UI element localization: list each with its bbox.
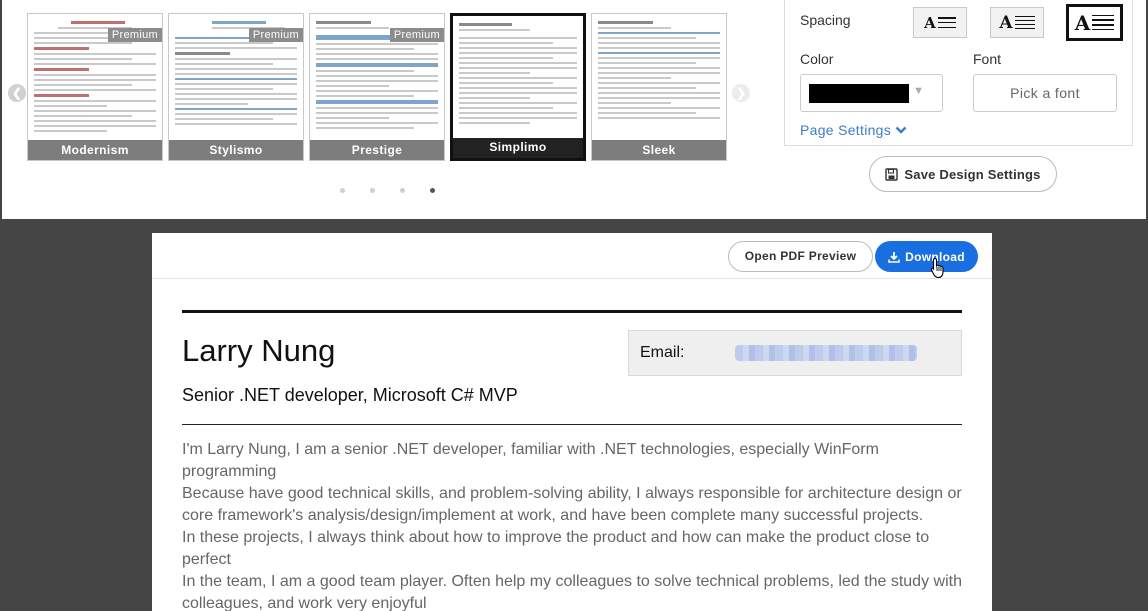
summary-paragraph: I'm Larry Nung, I am a senior .NET devel… xyxy=(182,441,879,480)
template-name: Simplimo xyxy=(453,138,583,158)
color-select[interactable]: ▼ xyxy=(800,74,943,112)
spacing-normal-button[interactable]: A xyxy=(990,7,1044,38)
caret-down-icon: ▼ xyxy=(913,85,924,97)
color-swatch xyxy=(809,84,909,103)
carousel-dot[interactable] xyxy=(370,188,375,193)
lines-icon xyxy=(1092,14,1115,31)
carousel-prev-icon[interactable]: ❮ xyxy=(8,84,26,102)
download-icon xyxy=(888,251,900,263)
spacing-glyph: A xyxy=(1074,10,1091,35)
page-settings-link[interactable]: Page Settings xyxy=(800,122,907,138)
template-name: Stylismo xyxy=(169,140,303,160)
template-preview xyxy=(459,20,577,136)
email-label: Email: xyxy=(640,344,685,361)
template-name: Modernism xyxy=(28,140,162,160)
download-button[interactable]: Download xyxy=(875,241,978,272)
header-rule xyxy=(182,310,962,313)
template-name: Sleek xyxy=(592,140,726,160)
premium-badge: Premium xyxy=(389,28,444,42)
open-pdf-preview-button[interactable]: Open PDF Preview xyxy=(728,241,873,272)
summary-paragraph: In the team, I am a good team player. Of… xyxy=(182,573,962,611)
summary-paragraph: Because have good technical skills, and … xyxy=(182,485,962,524)
spacing-glyph: A xyxy=(999,12,1013,33)
resume-preview: Open PDF Preview Download Larry Nung Sen… xyxy=(152,233,992,611)
template-thumb-prestige[interactable]: Premium Prestige xyxy=(309,13,445,161)
lines-icon xyxy=(1014,15,1035,30)
spacing-compact-button[interactable]: A xyxy=(913,7,967,38)
spacing-wide-button[interactable]: A xyxy=(1066,4,1123,41)
hand-cursor-icon xyxy=(930,257,944,279)
pick-font-button[interactable]: Pick a font xyxy=(973,74,1117,112)
section-rule xyxy=(182,424,962,425)
carousel-dot-active[interactable] xyxy=(430,188,435,193)
email-value-redacted xyxy=(735,345,917,361)
spacing-label: Spacing xyxy=(800,12,851,28)
template-thumb-simplimo[interactable]: Simplimo xyxy=(450,13,586,161)
template-preview xyxy=(598,18,720,138)
design-panel: ❮ Premium Modernism Premium Stylismo Pre… xyxy=(0,0,1148,219)
resume-title: Senior .NET developer, Microsoft C# MVP xyxy=(182,385,518,405)
template-thumb-stylismo[interactable]: Premium Stylismo xyxy=(168,13,304,161)
spacing-glyph: A xyxy=(924,13,936,32)
resume-name: Larry Nung xyxy=(182,333,336,368)
design-settings: Spacing A A A Color Font ▼ Pick a font P… xyxy=(784,0,1133,146)
premium-badge: Premium xyxy=(248,28,303,42)
chevron-down-icon xyxy=(895,126,907,134)
summary-paragraph: In these projects, I always think about … xyxy=(182,529,930,568)
template-carousel: ❮ Premium Modernism Premium Stylismo Pre… xyxy=(2,0,762,219)
lines-icon xyxy=(937,17,956,28)
carousel-next-icon[interactable]: ❯ xyxy=(732,84,750,102)
font-label: Font xyxy=(973,51,1002,67)
preview-toolbar: Open PDF Preview Download xyxy=(152,233,992,279)
color-label: Color xyxy=(800,51,834,67)
save-design-settings-label: Save Design Settings xyxy=(904,166,1041,182)
floppy-disk-icon xyxy=(885,167,899,181)
carousel-dot[interactable] xyxy=(400,188,405,193)
template-thumb-sleek[interactable]: Sleek xyxy=(591,13,727,161)
resume-summary: I'm Larry Nung, I am a senior .NET devel… xyxy=(182,439,972,611)
save-design-settings-button[interactable]: Save Design Settings xyxy=(869,156,1057,192)
template-thumb-modernism[interactable]: Premium Modernism xyxy=(27,13,163,161)
page-settings-label: Page Settings xyxy=(800,122,892,138)
premium-badge: Premium xyxy=(107,28,162,42)
template-name: Prestige xyxy=(310,140,444,160)
carousel-dot[interactable] xyxy=(340,188,345,193)
contact-box: Email: xyxy=(628,330,962,376)
